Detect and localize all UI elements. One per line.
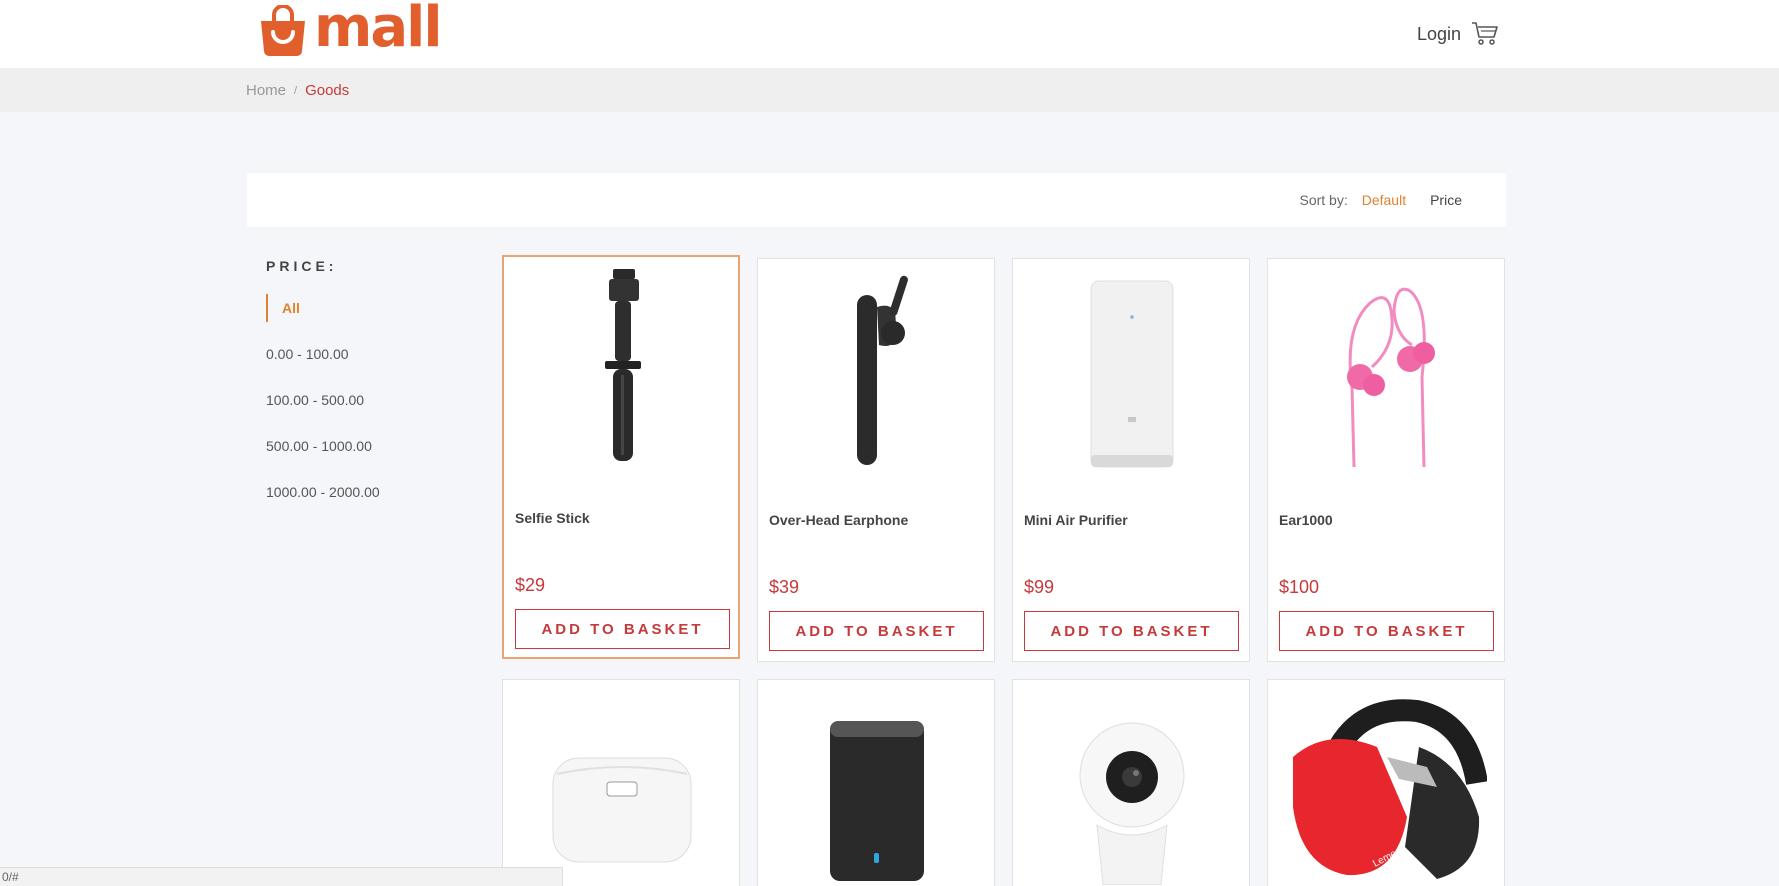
product-image: Leme [1278,694,1496,886]
product-image [513,720,731,886]
product-name: Ear1000 [1279,512,1333,528]
breadcrumb-current: Goods [305,82,350,99]
product-card[interactable]: Selfie Stick $29 ADD TO BASKET [502,255,740,659]
breadcrumb-bar: Home / Goods [0,68,1779,112]
air-purifier-icon [1090,280,1174,468]
price-filter-sidebar: PRICE: All 0.00 - 100.00 100.00 - 500.00… [266,258,466,524]
rice-cooker-icon [552,757,692,863]
price-filter-0-100[interactable]: 0.00 - 100.00 [266,340,466,368]
breadcrumb: Home / Goods [246,82,349,99]
bluetooth-earphone-icon [857,275,908,465]
add-to-basket-button[interactable]: ADD TO BASKET [1279,611,1494,651]
add-to-basket-button[interactable]: ADD TO BASKET [769,611,984,651]
logo-text: mall [314,0,443,60]
product-card[interactable] [1012,679,1250,886]
sort-default-option[interactable]: Default [1362,192,1406,208]
product-name: Mini Air Purifier [1024,512,1128,528]
price-filter-500-1000[interactable]: 500.00 - 1000.00 [266,432,466,460]
product-card[interactable]: Ear1000 $100 ADD TO BASKET [1267,258,1505,662]
product-price: $39 [769,577,800,597]
cylinder-speaker-icon [830,721,924,881]
site-logo[interactable]: mall [258,0,443,62]
product-card[interactable] [502,679,740,886]
sort-price-option[interactable]: Price [1430,192,1462,208]
add-to-basket-button[interactable]: ADD TO BASKET [515,609,730,649]
product-image [1278,265,1496,475]
breadcrumb-separator: / [294,84,298,97]
product-name: Over-Head Earphone [769,512,909,528]
cart-icon[interactable] [1471,20,1499,46]
product-image [1023,265,1241,475]
product-image [514,263,732,473]
login-link[interactable]: Login [1417,24,1461,45]
price-filter-1000-2000[interactable]: 1000.00 - 2000.00 [266,478,466,506]
product-card[interactable]: Over-Head Earphone $39 ADD TO BASKET [757,258,995,662]
product-price: $100 [1279,577,1320,597]
selfie-stick-icon [605,269,641,461]
price-filter-all[interactable]: All [266,294,466,322]
product-image [1023,710,1241,886]
sort-bar: Sort by: Default Price [247,173,1506,227]
site-header: mall Login [0,0,1779,68]
product-image [768,710,986,886]
product-card[interactable] [757,679,995,886]
product-name: Selfie Stick [515,510,590,526]
product-card[interactable]: Leme [1267,679,1505,886]
browser-status-bar: 0/# [0,867,563,886]
pink-earphones-icon [1347,287,1435,468]
product-price: $99 [1024,577,1055,597]
price-filter-100-500[interactable]: 100.00 - 500.00 [266,386,466,414]
product-price: $29 [515,575,546,595]
product-card[interactable]: Mini Air Purifier $99 ADD TO BASKET [1012,258,1250,662]
add-to-basket-button[interactable]: ADD TO BASKET [1024,611,1239,651]
price-filter-heading: PRICE: [266,258,338,274]
security-camera-icon [1079,722,1185,885]
product-image [768,265,986,475]
sort-label: Sort by: [1299,192,1348,208]
red-headphones-icon: Leme [1293,699,1487,879]
breadcrumb-home-link[interactable]: Home [246,82,286,99]
shopping-bag-icon [261,5,305,56]
